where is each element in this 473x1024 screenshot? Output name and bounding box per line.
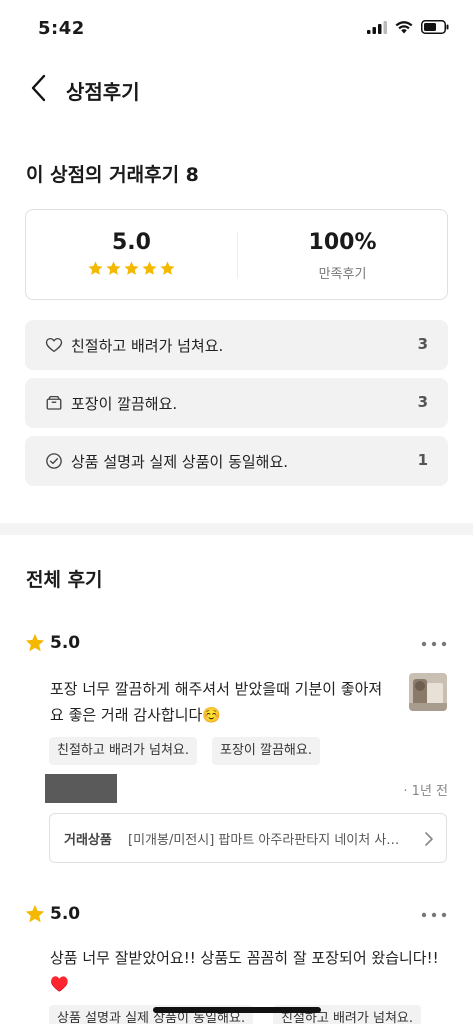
review-rating: 5.0 [24,903,80,925]
status-time: 5:42 [38,18,85,39]
nav-header: 상점후기 [0,60,473,116]
star-icon [106,261,121,275]
product-photo-thumbnail [409,673,447,711]
star-icon [25,633,45,652]
star-rating [26,260,237,277]
page-title: 상점후기 [66,80,140,104]
star-icon [160,261,175,275]
heart-icon [45,337,63,353]
chevron-left-icon [31,74,46,102]
review-rating: 5.0 [24,632,80,654]
satisfaction-rate: 100% [308,230,377,255]
back-button[interactable] [26,72,54,104]
satisfaction-summary: 100% 만족후기 [237,210,448,301]
score-card: 5.0 100% 만족후기 [25,209,448,300]
summary-title: 이 상점의 거래후기 8 [26,164,199,186]
average-rating: 5.0 [112,230,151,255]
star-icon [124,261,139,275]
review-text: 상품 너무 잘받았어요!! 상품도 꼼꼼히 잘 포장되어 왔습니다!! ♥️ [50,949,439,993]
review-photo[interactable] [409,673,447,711]
keyword-count: 3 [417,335,428,353]
star-icon [25,904,45,923]
signal-icon [367,20,387,34]
chevron-right-icon [425,832,433,846]
keyword-count: 3 [417,393,428,411]
keyword-label: 포장이 깔끔해요. [71,395,178,413]
wifi-icon [395,20,413,33]
star-icon [88,261,103,275]
product-name: [미개봉/미전시] 팝마트 아주라판타지 네이처 사… [128,833,400,848]
review-rating-value: 5.0 [50,633,81,653]
home-indicator [153,1007,321,1013]
more-options-icon[interactable] [421,909,447,921]
keyword-row-packaging[interactable]: 포장이 깔끔해요. 3 [25,378,448,428]
section-divider [0,523,473,535]
rating-summary: 5.0 [26,210,237,301]
review-tag: 친절하고 배려가 넘쳐요. [49,737,197,765]
review-tag: 포장이 깔끔해요. [212,737,320,765]
keyword-row-kind[interactable]: 친절하고 배려가 넘쳐요. 3 [25,320,448,370]
keyword-row-description[interactable]: 상품 설명과 실제 상품이 동일해요. 1 [25,436,448,486]
battery-icon [421,20,449,34]
box-icon [46,395,62,410]
status-bar: 5:42 [0,0,473,56]
review-time: · 1년 전 [403,784,448,799]
check-circle-icon [46,453,62,469]
product-link[interactable]: 거래상품 [미개봉/미전시] 팝마트 아주라판타지 네이처 사… [49,813,447,863]
more-options-icon[interactable] [421,638,447,650]
status-icons [367,20,449,34]
product-link-label: 거래상품 [64,833,112,848]
all-reviews-title: 전체 후기 [26,569,103,591]
redacted-username [45,774,117,803]
star-icon [142,261,157,275]
keyword-label: 친절하고 배려가 넘쳐요. [71,337,224,355]
satisfaction-label: 만족후기 [318,267,367,282]
review-text: 포장 너무 깔끔하게 해주셔서 받았을때 기분이 좋아져요 좋은 거래 감사합니… [50,680,383,724]
keyword-label: 상품 설명과 실제 상품이 동일해요. [71,453,289,471]
review-rating-value: 5.0 [50,904,81,924]
keyword-count: 1 [417,451,428,469]
